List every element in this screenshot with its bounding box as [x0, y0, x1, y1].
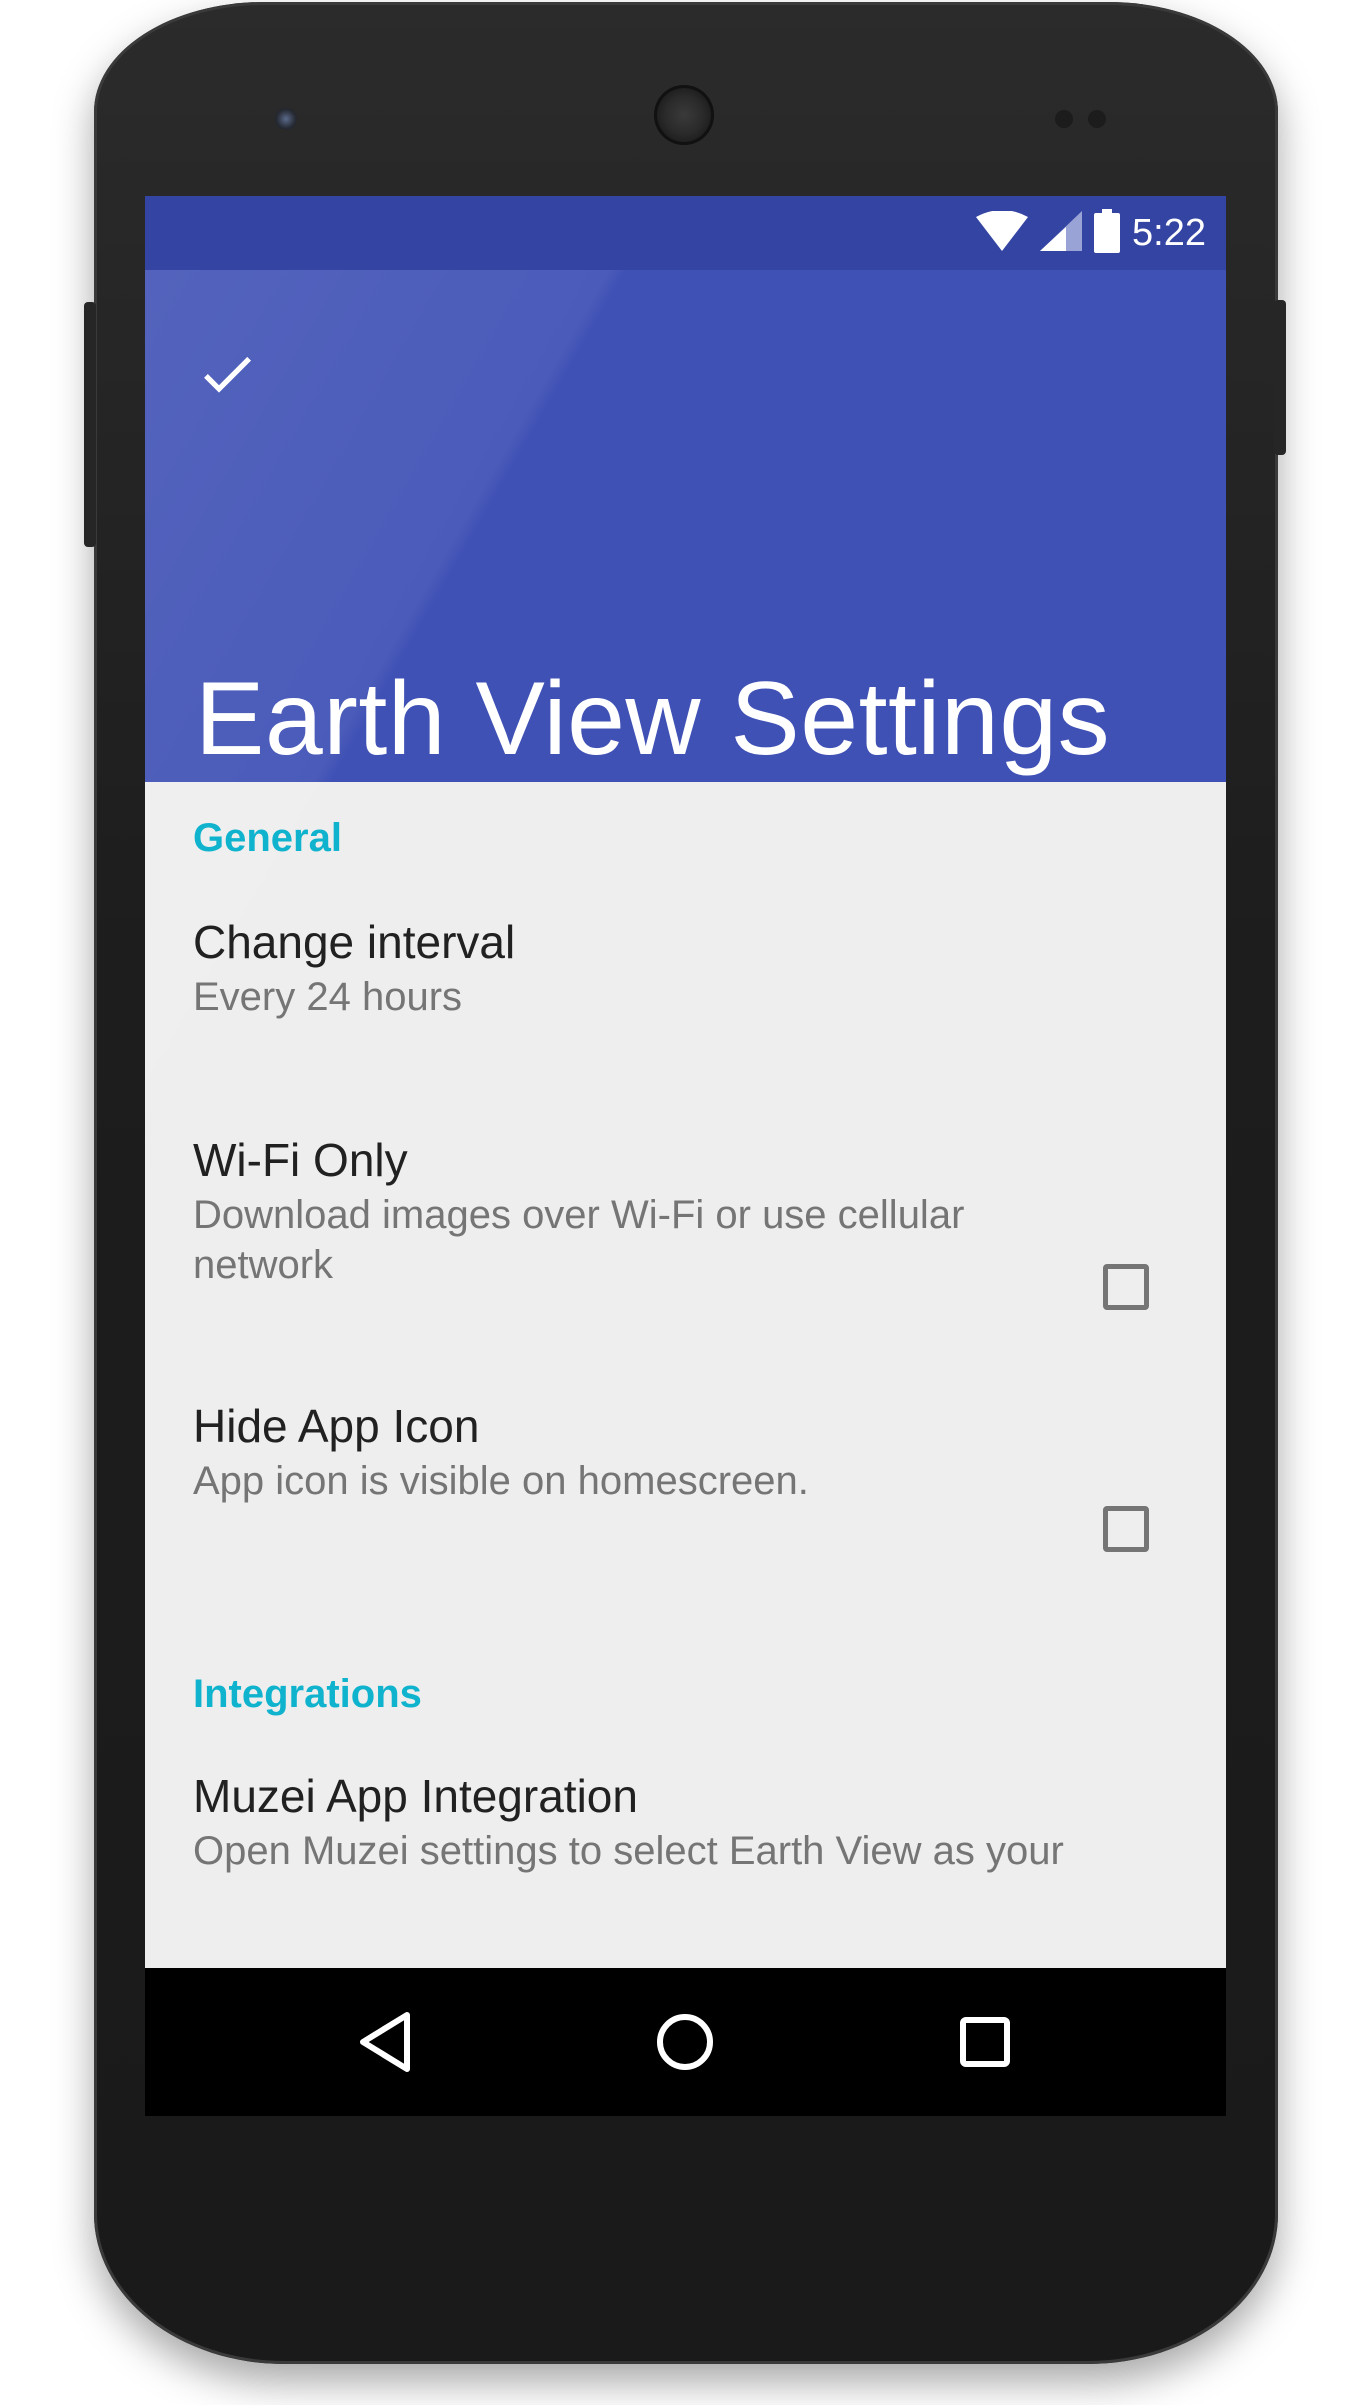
power-button [84, 302, 96, 547]
pref-hide-app-icon[interactable]: Hide App Icon App icon is visible on hom… [193, 1396, 1153, 1506]
pref-summary: Download images over Wi-Fi or use cellul… [193, 1193, 965, 1287]
pref-wifi-only[interactable]: Wi-Fi Only Download images over Wi-Fi or… [193, 1130, 1153, 1290]
status-bar: 5:22 [145, 196, 1226, 270]
pref-title: Wi-Fi Only [193, 1134, 408, 1186]
check-icon[interactable] [195, 342, 259, 406]
earpiece-speaker [654, 85, 714, 145]
back-icon[interactable] [345, 2002, 425, 2082]
hide-app-icon-checkbox[interactable] [1103, 1506, 1149, 1552]
pref-title: Muzei App Integration [193, 1770, 638, 1822]
status-clock: 5:22 [1132, 211, 1206, 254]
section-header-integrations: Integrations [193, 1672, 422, 1716]
pref-title: Hide App Icon [193, 1400, 480, 1452]
wifi-icon [976, 210, 1029, 255]
pref-muzei-integration[interactable]: Muzei App Integration Open Muzei setting… [193, 1766, 1153, 1876]
section-header-general: General [193, 816, 342, 860]
page-title: Earth View Settings [195, 661, 1111, 777]
home-icon[interactable] [645, 2002, 725, 2082]
cell-signal-icon [1040, 211, 1083, 255]
front-camera [275, 108, 297, 130]
pref-summary: Every 24 hours [193, 975, 463, 1019]
pref-summary: Open Muzei settings to select Earth View… [193, 1829, 1064, 1873]
proximity-sensor [1055, 110, 1073, 128]
pref-change-interval[interactable]: Change interval Every 24 hours [193, 912, 1153, 1022]
wifi-only-checkbox[interactable] [1103, 1264, 1149, 1310]
screen: Earth View Settings 5:22 General Change … [145, 196, 1226, 2116]
battery-icon [1094, 209, 1121, 257]
settings-list: General Change interval Every 24 hours W… [145, 782, 1226, 1968]
pref-summary: App icon is visible on homescreen. [193, 1459, 809, 1503]
light-sensor [1088, 110, 1106, 128]
volume-button [1274, 300, 1286, 455]
pref-title: Change interval [193, 916, 516, 968]
navigation-bar [145, 1968, 1226, 2116]
recents-icon[interactable] [945, 2002, 1025, 2082]
app-bar: Earth View Settings [145, 196, 1226, 1270]
